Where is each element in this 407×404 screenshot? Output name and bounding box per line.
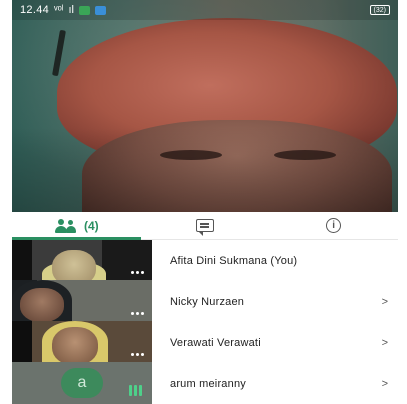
participant-count: (4) bbox=[84, 218, 99, 233]
chat-icon bbox=[196, 219, 214, 236]
status-time: 12.44 bbox=[20, 4, 50, 16]
participant-row[interactable]: arum meiranny > bbox=[152, 363, 398, 404]
app-frame: 12.44 ᵛᵒˡ ıl (32) (4) i a Afita Dini Suk… bbox=[0, 0, 407, 404]
participant-row[interactable]: Afita Dini Sukmana (You) bbox=[152, 240, 398, 281]
main-video[interactable] bbox=[12, 0, 398, 212]
avatar: a bbox=[61, 368, 103, 398]
info-icon: i bbox=[326, 218, 342, 233]
dots-icon bbox=[131, 312, 144, 315]
participant-thumbnail[interactable] bbox=[12, 240, 152, 280]
status-left: 12.44 ᵛᵒˡ ıl bbox=[20, 4, 106, 16]
audio-bars-icon bbox=[129, 385, 142, 396]
notification-icon bbox=[94, 5, 106, 15]
dots-icon bbox=[131, 353, 144, 356]
participant-thumbnail[interactable]: a bbox=[12, 362, 152, 404]
tab-bar: (4) i bbox=[12, 212, 398, 240]
whatsapp-icon bbox=[78, 5, 90, 15]
tab-chat[interactable] bbox=[141, 212, 270, 239]
chevron-right-icon[interactable]: > bbox=[382, 378, 388, 390]
participant-row[interactable]: Nicky Nurzaen > bbox=[152, 281, 398, 322]
participant-name: Nicky Nurzaen bbox=[170, 295, 245, 308]
participant-names: Afita Dini Sukmana (You) Nicky Nurzaen >… bbox=[152, 240, 398, 404]
participants-panel: a Afita Dini Sukmana (You) Nicky Nurzaen… bbox=[12, 240, 398, 404]
battery-indicator: (32) bbox=[369, 5, 390, 15]
video-shadow bbox=[12, 0, 398, 212]
participant-thumbnails: a bbox=[12, 240, 152, 404]
chevron-right-icon[interactable]: > bbox=[382, 296, 388, 308]
tab-participants[interactable]: (4) bbox=[12, 212, 141, 240]
participant-thumbnail[interactable] bbox=[12, 321, 152, 362]
participant-face bbox=[52, 327, 98, 362]
participant-name: arum meiranny bbox=[170, 377, 246, 390]
status-bar: 12.44 ᵛᵒˡ ıl (32) bbox=[12, 0, 398, 20]
participant-row[interactable]: Verawati Verawati > bbox=[152, 322, 398, 363]
participant-face bbox=[52, 250, 96, 280]
participant-thumbnail[interactable] bbox=[12, 280, 152, 321]
participant-face bbox=[20, 288, 64, 321]
participant-name: Verawati Verawati bbox=[170, 336, 261, 349]
chevron-right-icon[interactable]: > bbox=[382, 337, 388, 349]
network-indicator: ᵛᵒˡ bbox=[54, 4, 64, 16]
people-icon bbox=[54, 218, 78, 233]
signal-indicator: ıl bbox=[68, 4, 74, 16]
participant-name: Afita Dini Sukmana (You) bbox=[170, 254, 298, 267]
tab-info[interactable]: i bbox=[269, 212, 398, 239]
dots-icon bbox=[131, 271, 144, 274]
